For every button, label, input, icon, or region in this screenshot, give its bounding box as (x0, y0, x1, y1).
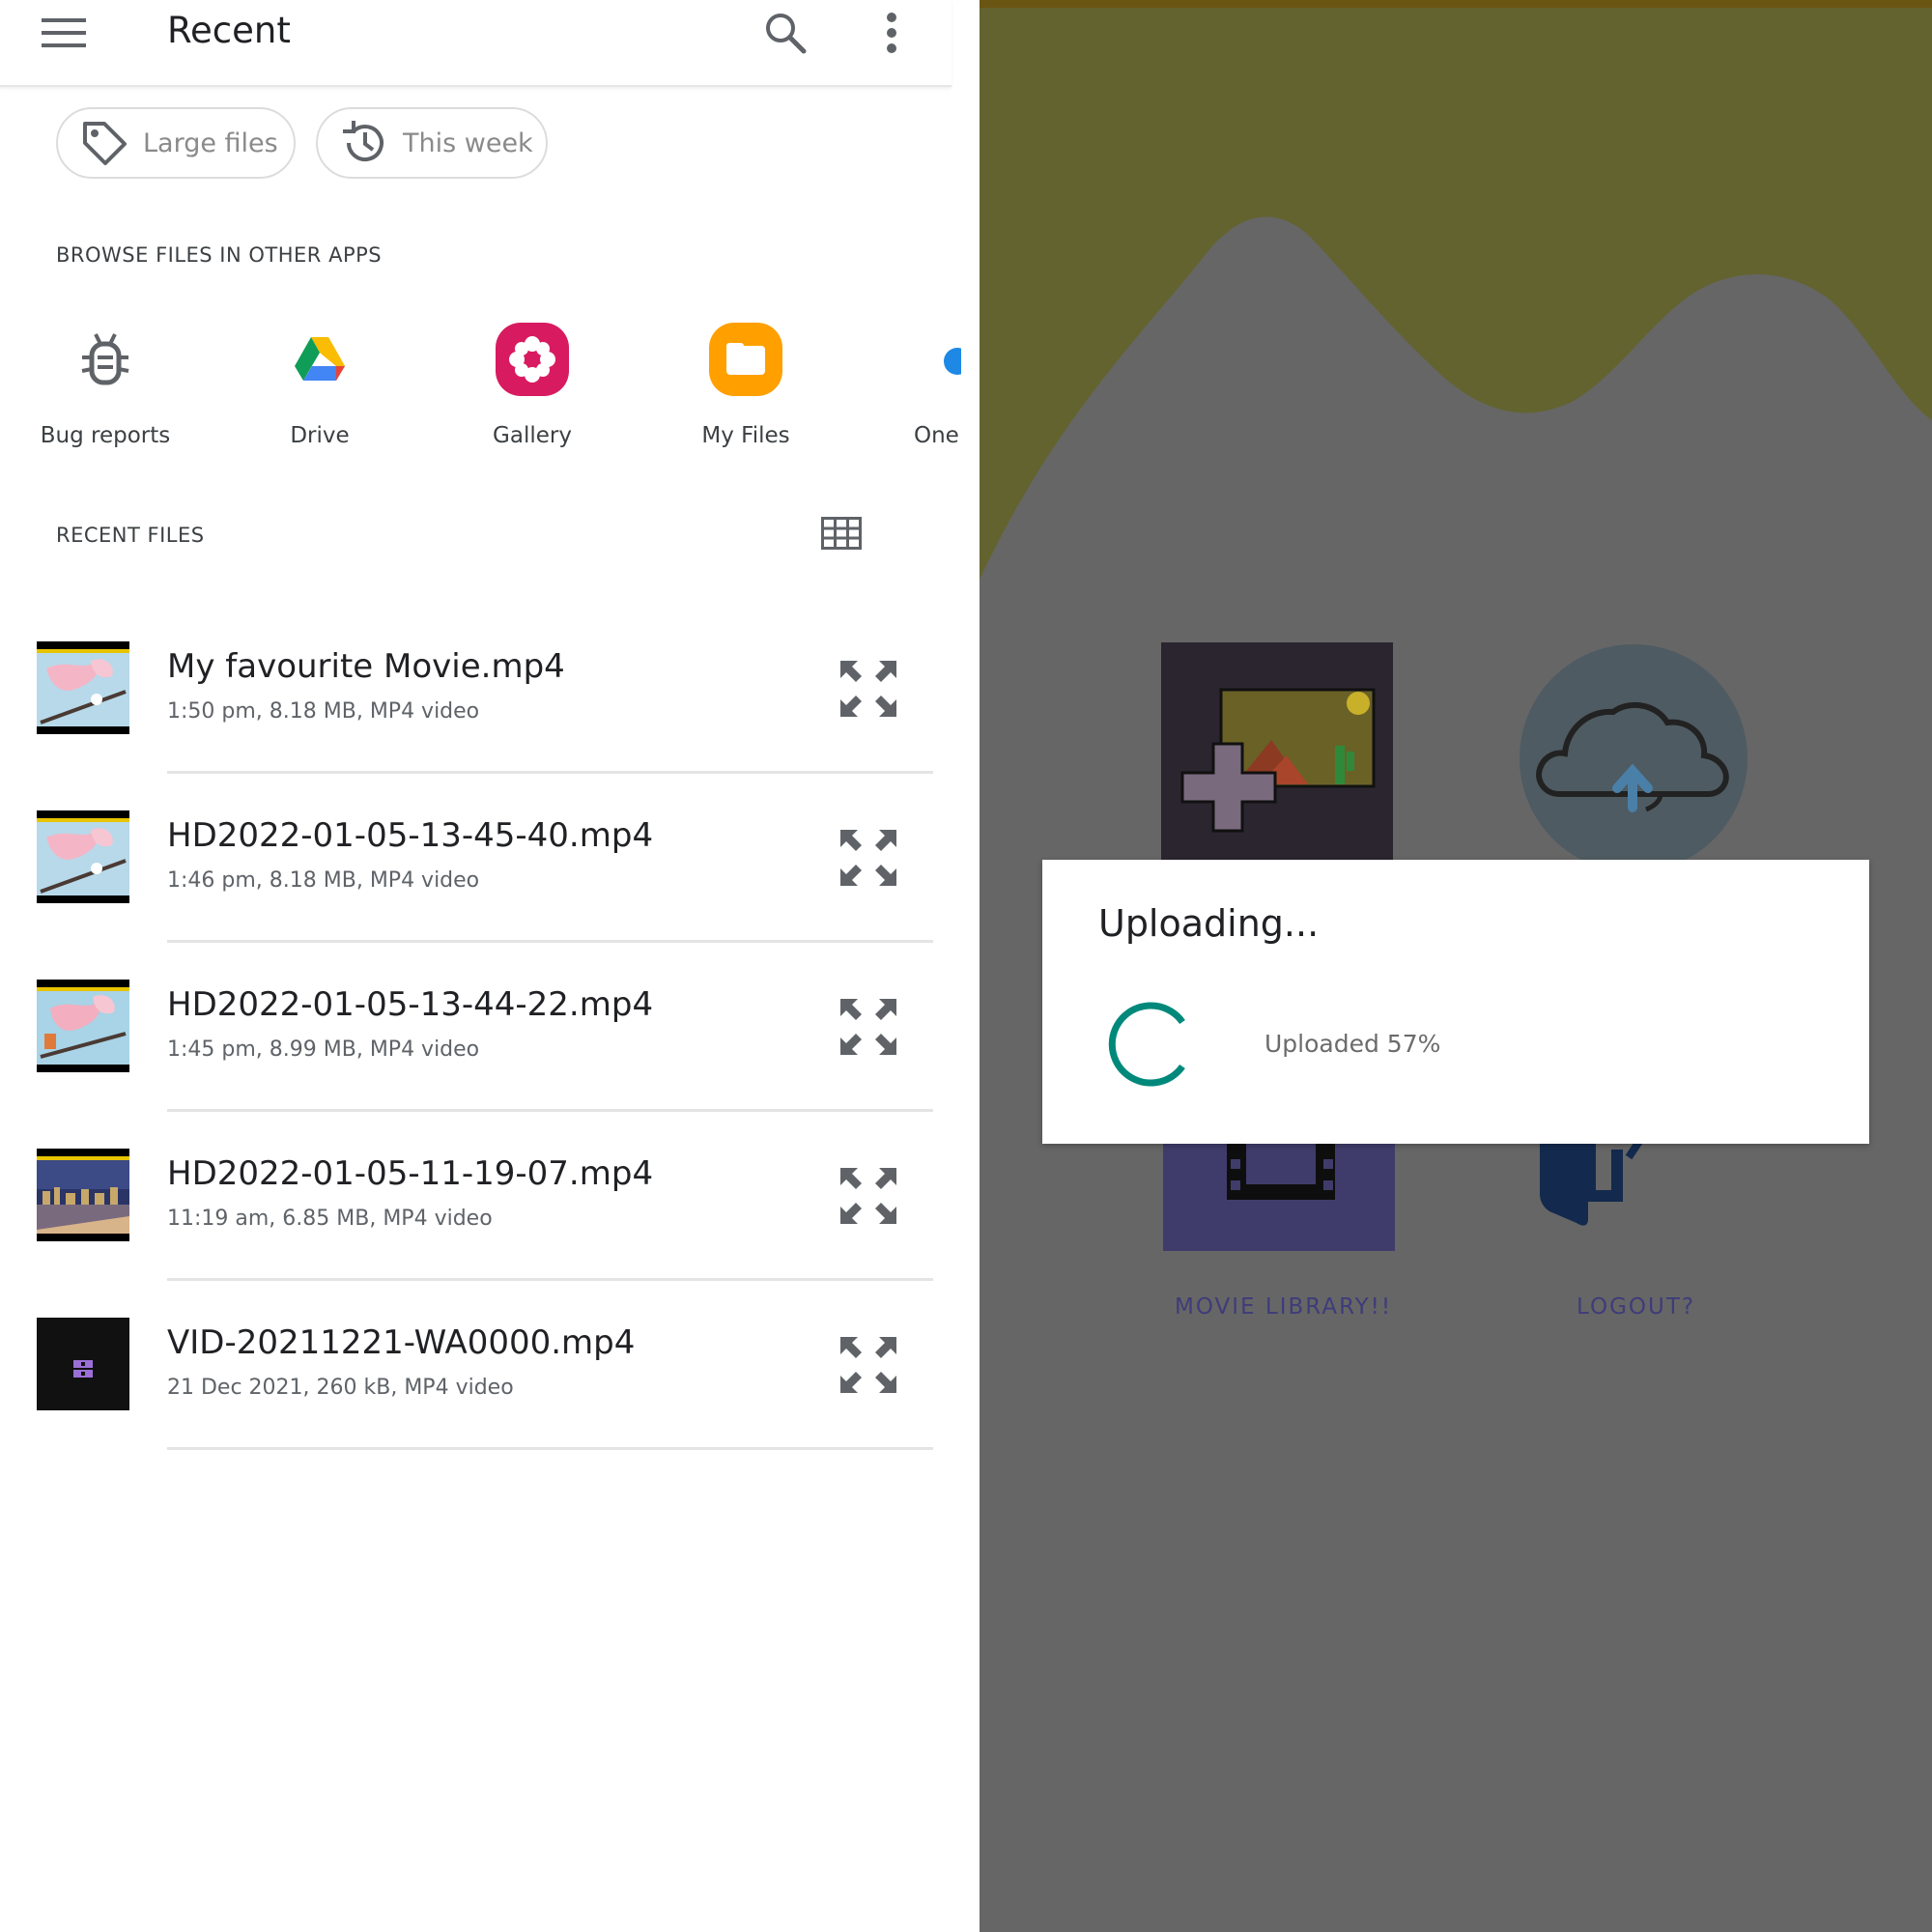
google-drive-icon (281, 321, 358, 398)
file-name: VID-20211221-WA0000.mp4 (167, 1323, 636, 1362)
file-name: HD2022-01-05-13-44-22.mp4 (167, 985, 654, 1024)
tag-icon (77, 116, 131, 170)
video-thumbnail (37, 1149, 129, 1241)
history-icon (337, 116, 391, 170)
file-name: HD2022-01-05-13-45-40.mp4 (167, 816, 654, 855)
dialog-title: Uploading... (1098, 902, 1320, 945)
file-row[interactable]: HD2022-01-05-13-45-40.mp4 1:46 pm, 8.18 … (0, 810, 952, 980)
upload-status-text: Uploaded 57% (1264, 1030, 1441, 1058)
menu-icon[interactable] (35, 6, 93, 60)
page-title: Recent (167, 10, 291, 51)
bug-icon (67, 321, 144, 398)
expand-icon[interactable] (838, 828, 898, 888)
video-thumbnail (37, 810, 129, 903)
file-meta: 1:46 pm, 8.18 MB, MP4 video (167, 868, 480, 893)
files-app-pane: Recent Large files This week BROWSE FILE… (0, 0, 980, 1932)
app-label: My Files (701, 423, 790, 448)
file-row[interactable]: My favourite Movie.mp4 1:50 pm, 8.18 MB,… (0, 641, 952, 810)
expand-icon[interactable] (838, 997, 898, 1057)
chip-label: This week (403, 128, 533, 158)
file-row[interactable]: VID-20211221-WA0000.mp4 21 Dec 2021, 260… (0, 1318, 952, 1487)
row-divider (167, 940, 933, 943)
grid-view-icon[interactable] (817, 510, 866, 556)
expand-icon[interactable] (838, 1335, 898, 1395)
browse-other-apps-header: BROWSE FILES IN OTHER APPS (56, 243, 383, 267)
file-row[interactable]: HD2022-01-05-11-19-07.mp4 11:19 am, 6.85… (0, 1149, 952, 1318)
loading-spinner-icon (1102, 1001, 1189, 1088)
film-strip-icon[interactable] (1163, 1140, 1395, 1251)
file-meta: 1:45 pm, 8.99 MB, MP4 video (167, 1037, 480, 1062)
file-meta: 11:19 am, 6.85 MB, MP4 video (167, 1207, 493, 1231)
gallery-flower-icon (494, 321, 571, 398)
top-app-bar: Recent (0, 0, 952, 87)
upload-progress-dialog: Uploading... Uploaded 57% (1042, 860, 1869, 1144)
video-thumbnail (37, 1318, 129, 1410)
app-label: Gallery (493, 423, 572, 448)
onedrive-cloud-icon (932, 321, 961, 398)
expand-icon[interactable] (838, 1166, 898, 1226)
video-thumbnail (37, 980, 129, 1072)
app-label: One (914, 423, 959, 448)
file-row[interactable]: HD2022-01-05-13-44-22.mp4 1:45 pm, 8.99 … (0, 980, 952, 1149)
app-bug-reports[interactable]: Bug reports (14, 321, 197, 448)
logout-label[interactable]: LOGOUT? (1577, 1294, 1695, 1320)
row-divider (167, 771, 933, 774)
add-image-icon[interactable] (1161, 642, 1393, 860)
app-my-files[interactable]: My Files (654, 321, 838, 448)
this-week-chip[interactable]: This week (316, 107, 548, 179)
file-meta: 1:50 pm, 8.18 MB, MP4 video (167, 699, 480, 724)
chip-label: Large files (143, 128, 278, 158)
large-files-chip[interactable]: Large files (56, 107, 296, 179)
file-name: My favourite Movie.mp4 (167, 647, 565, 686)
row-divider (167, 1109, 933, 1112)
file-meta: 21 Dec 2021, 260 kB, MP4 video (167, 1376, 514, 1400)
video-thumbnail (37, 641, 129, 734)
row-divider (167, 1447, 933, 1450)
row-divider (167, 1278, 933, 1281)
folder-icon (707, 321, 784, 398)
app-label: Drive (290, 423, 350, 448)
search-icon[interactable] (752, 4, 819, 62)
movie-library-label[interactable]: MOVIE LIBRARY!! (1175, 1294, 1392, 1320)
app-drive[interactable]: Drive (228, 321, 412, 448)
app-gallery[interactable]: Gallery (440, 321, 624, 448)
recent-files-header: RECENT FILES (56, 524, 205, 547)
more-options-icon[interactable] (860, 4, 923, 62)
app-label: Bug reports (40, 423, 171, 448)
expand-icon[interactable] (838, 659, 898, 719)
app-onedrive[interactable]: One (903, 321, 961, 448)
cloud-upload-icon[interactable] (1520, 644, 1747, 872)
file-name: HD2022-01-05-11-19-07.mp4 (167, 1154, 654, 1193)
